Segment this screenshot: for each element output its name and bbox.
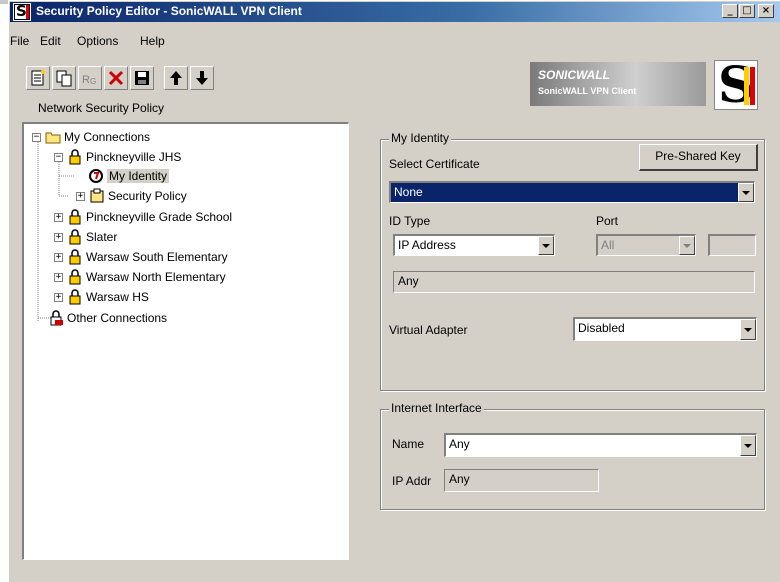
save-button[interactable] <box>130 66 154 90</box>
arrow-down-icon <box>196 71 208 85</box>
tree-item-pinckneyville-jhs[interactable]: − Pinckneyville JHS <box>54 148 181 166</box>
expand-icon[interactable]: + <box>76 191 85 201</box>
port-label: Port <box>596 214 619 228</box>
tree-item-warsaw-north-elementary[interactable]: + Warsaw North Elementary <box>54 268 226 286</box>
expand-icon[interactable]: + <box>54 212 63 222</box>
tree-item-my-identity[interactable]: My Identity <box>88 167 170 185</box>
move-up-button[interactable] <box>164 66 188 90</box>
port-select-value: All <box>601 238 615 252</box>
internet-interface-group-title: Internet Interface <box>389 401 484 415</box>
my-identity-group-title: My Identity <box>389 131 452 145</box>
folder-icon <box>45 129 61 145</box>
connection-lock-icon <box>67 229 83 245</box>
id-type-select-value: IP Address <box>398 238 456 252</box>
tree-item-slater[interactable]: + Slater <box>54 228 117 246</box>
connection-lock-icon <box>67 149 83 165</box>
dropdown-arrow-icon[interactable] <box>740 435 756 456</box>
tree-item-my-connections[interactable]: − My Connections <box>32 128 150 146</box>
menu-help[interactable]: Help <box>140 34 165 48</box>
policy-tree[interactable]: − My Connections − Pinckneyville JHS My … <box>22 122 349 560</box>
virtual-adapter-select-value: Disabled <box>578 321 625 335</box>
close-button[interactable]: × <box>758 4 774 18</box>
maximize-button[interactable]: □ <box>739 4 755 18</box>
sonicwall-app-icon[interactable]: S <box>13 2 31 21</box>
id-value-field[interactable]: Any <box>393 271 755 293</box>
tree-item-warsaw-south-elementary[interactable]: + Warsaw South Elementary <box>54 248 228 266</box>
sonicwall-logo-banner: SONICWALL SonicWALL VPN Client <box>530 62 706 106</box>
connection-lock-icon <box>67 209 83 225</box>
svg-text:G: G <box>90 77 96 86</box>
tree-item-label: Pinckneyville Grade School <box>86 210 233 224</box>
pre-shared-key-button[interactable]: Pre-Shared Key <box>639 144 758 171</box>
tree-item-label: Warsaw HS <box>86 290 149 304</box>
tree-item-label: Pinckneyville JHS <box>86 150 182 164</box>
identity-icon <box>88 168 104 184</box>
port-select: All <box>596 234 696 256</box>
tree-item-label: Other Connections <box>67 311 168 325</box>
logo-brand: SONICWALL <box>538 68 610 82</box>
rename-button[interactable]: R G <box>78 66 102 90</box>
certificate-select[interactable]: None <box>389 181 755 203</box>
name-label: Name <box>392 437 425 451</box>
expand-icon[interactable]: + <box>54 232 63 242</box>
expand-icon[interactable]: + <box>54 292 63 302</box>
my-identity-group <box>380 139 765 391</box>
move-down-button[interactable] <box>190 66 214 90</box>
dropdown-arrow-icon <box>679 236 695 255</box>
tree-item-other-connections[interactable]: Other Connections <box>48 309 167 327</box>
dropdown-arrow-icon[interactable] <box>738 183 754 202</box>
certificate-select-value: None <box>394 185 423 199</box>
ip-addr-label: IP Addr <box>392 474 432 488</box>
menu-file[interactable]: File <box>10 34 29 48</box>
expand-icon[interactable]: + <box>54 272 63 282</box>
tree-item-pinckneyville-grade-school[interactable]: + Pinckneyville Grade School <box>54 208 232 226</box>
internet-interface-group <box>380 409 765 510</box>
tree-item-label: Slater <box>86 230 118 244</box>
logo-subtitle: SonicWALL VPN Client <box>538 86 637 96</box>
sonicwall-s-logo-icon: S <box>714 55 758 114</box>
tree-item-label: My Connections <box>64 130 151 144</box>
dropdown-arrow-icon[interactable] <box>538 236 554 255</box>
svg-text:R: R <box>82 74 90 86</box>
tree-item-label: Warsaw South Elementary <box>86 250 228 264</box>
collapse-icon[interactable]: − <box>32 132 41 142</box>
interface-name-select-value: Any <box>449 437 470 451</box>
select-certificate-label: Select Certificate <box>389 157 480 171</box>
minimize-button[interactable]: _ <box>722 4 738 18</box>
tree-item-label: My Identity <box>107 169 170 183</box>
window-title: Security Policy Editor - SonicWALL VPN C… <box>36 4 302 18</box>
connection-lock-icon <box>67 269 83 285</box>
copy-button[interactable] <box>52 66 76 90</box>
dropdown-arrow-icon[interactable] <box>740 319 756 340</box>
id-type-select[interactable]: IP Address <box>393 234 555 256</box>
id-type-label: ID Type <box>389 214 431 228</box>
rename-icon: R G <box>82 74 96 86</box>
connection-lock-icon <box>67 249 83 265</box>
tree-item-label: Security Policy <box>108 189 187 203</box>
other-connections-icon <box>48 310 64 326</box>
tree-item-security-policy[interactable]: + Security Policy <box>76 187 187 205</box>
arrow-up-icon <box>170 71 182 85</box>
tree-item-label: Warsaw North Elementary <box>86 270 226 284</box>
menu-edit[interactable]: Edit <box>40 34 61 48</box>
port-number-field <box>708 234 756 256</box>
new-document-icon <box>31 70 45 86</box>
tree-item-warsaw-hs[interactable]: + Warsaw HS <box>54 288 149 306</box>
delete-button[interactable] <box>104 66 128 90</box>
security-policy-icon <box>89 188 105 204</box>
floppy-disk-icon <box>135 71 149 85</box>
virtual-adapter-select[interactable]: Disabled <box>573 317 757 341</box>
expand-icon[interactable]: + <box>54 252 63 262</box>
network-security-policy-label: Network Security Policy <box>38 101 165 115</box>
collapse-icon[interactable]: − <box>54 152 63 162</box>
delete-x-icon <box>108 70 124 86</box>
virtual-adapter-label: Virtual Adapter <box>389 323 468 337</box>
connection-lock-icon <box>67 289 83 305</box>
interface-name-select[interactable]: Any <box>444 433 757 457</box>
menu-options[interactable]: Options <box>77 34 118 48</box>
ip-addr-field: Any <box>444 469 599 492</box>
copy-icon <box>56 70 72 87</box>
new-connection-button[interactable] <box>26 66 50 90</box>
